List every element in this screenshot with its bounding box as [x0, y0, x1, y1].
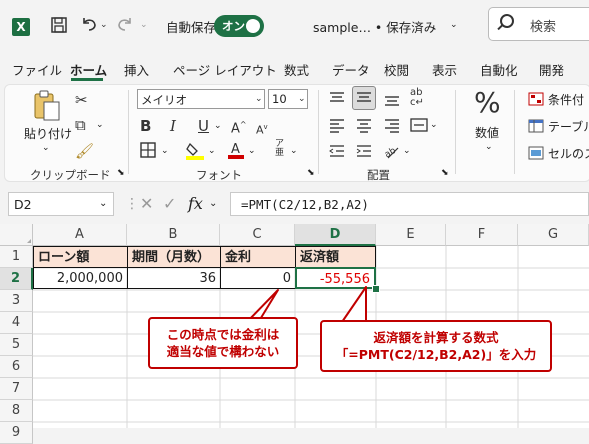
- callout-formula-note: 返済額を計算する数式 「=PMT(C2/12,B2,A2)」を入力: [320, 320, 552, 372]
- callout-line: 適当な値で構わない: [166, 344, 280, 359]
- callout-line: この時点では金利は: [166, 327, 280, 342]
- callout-line: 返済額を計算する数式: [373, 330, 499, 345]
- callout-line: 「=PMT(C2/12,B2,A2)」を入力: [335, 347, 537, 362]
- callout-interest-note: この時点では金利は 適当な値で構わない: [148, 317, 298, 369]
